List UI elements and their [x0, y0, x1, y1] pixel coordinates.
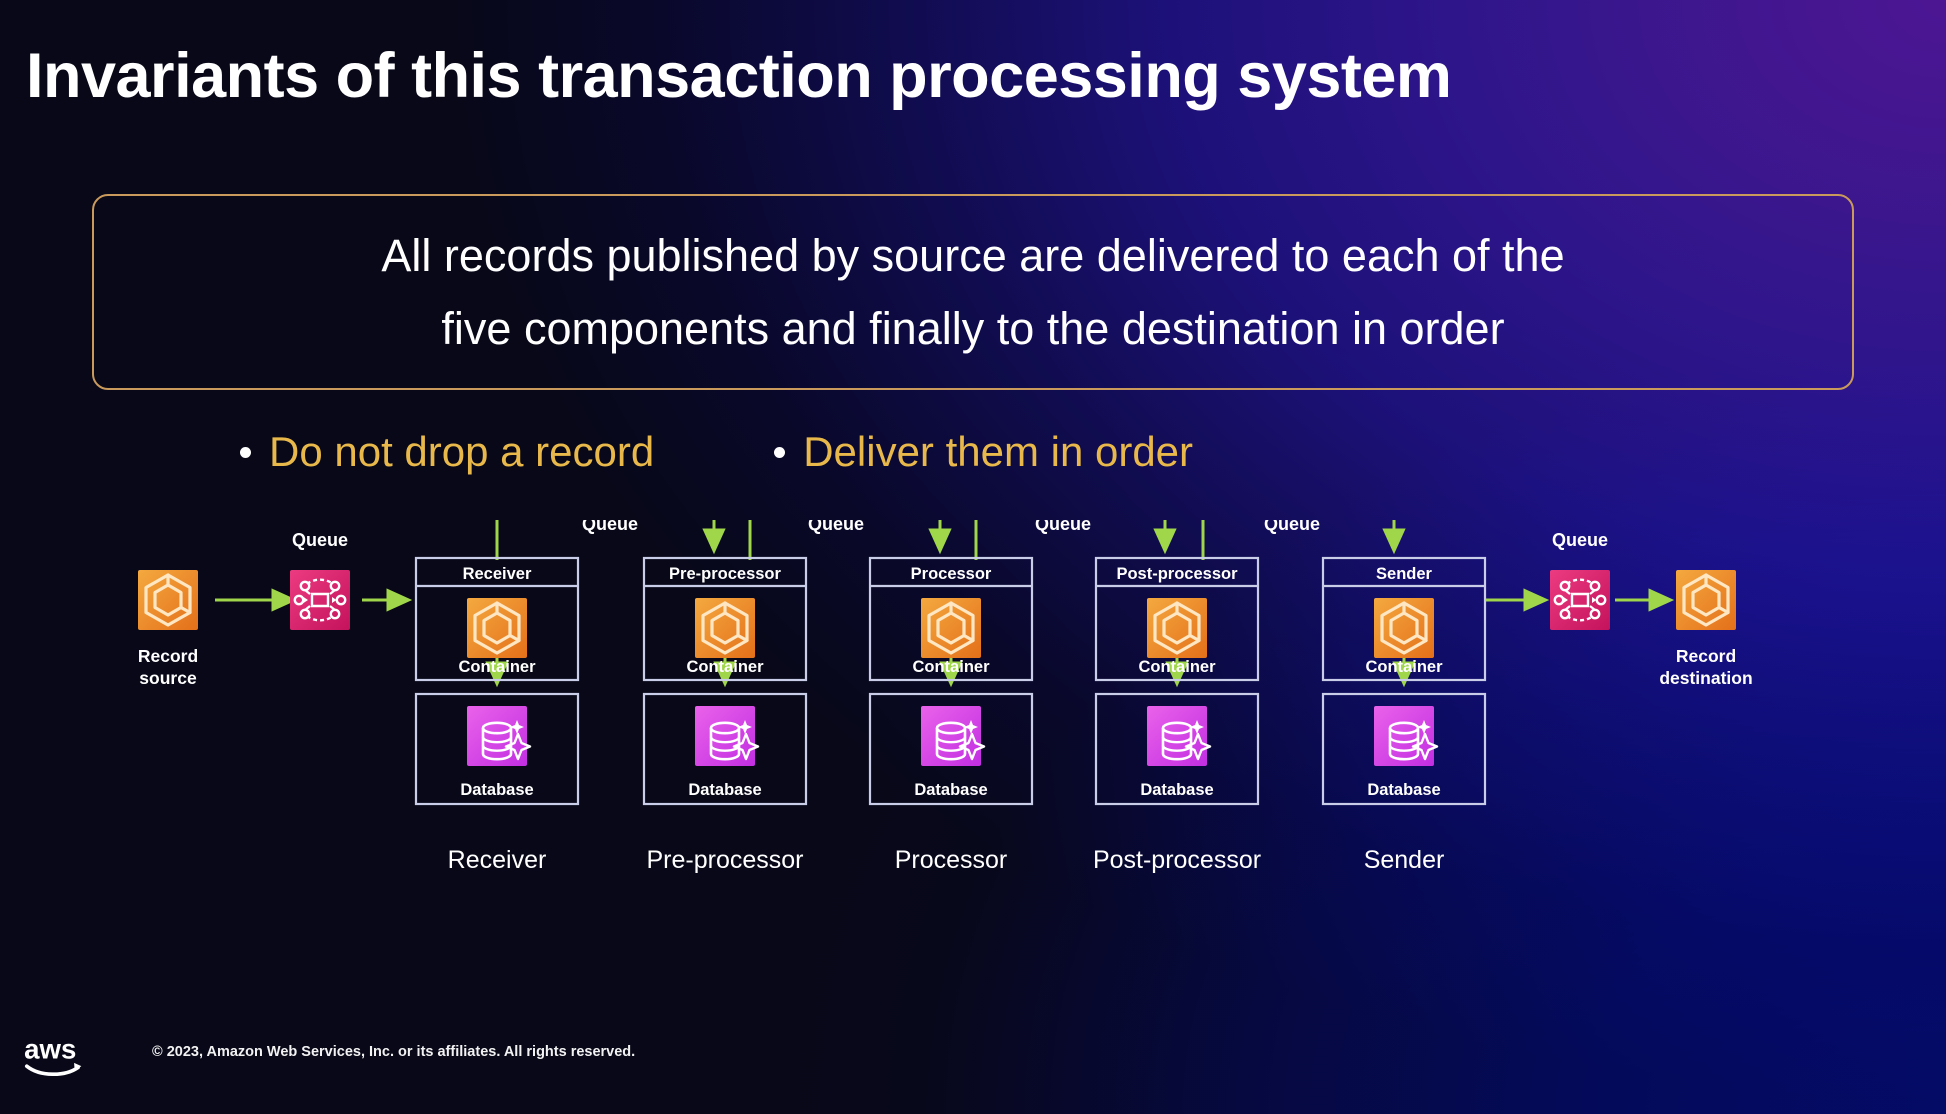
- container-label-processor: Container: [912, 658, 990, 676]
- component-processor: Processor Container Database Processor: [868, 556, 1034, 874]
- svg-text:aws: aws: [24, 1033, 76, 1064]
- bullet-dot-icon: [240, 446, 251, 458]
- database-label-processor: Database: [914, 781, 987, 799]
- inter-queue-label-3: Queue: [1264, 520, 1320, 534]
- component-header-pre-processor: Pre-processor: [669, 565, 781, 583]
- container-label-pre-processor: Container: [686, 658, 764, 676]
- aws-logo: aws: [24, 1033, 82, 1077]
- component-sender: Sender Container Database Sender: [1321, 556, 1487, 874]
- database-label-receiver: Database: [460, 781, 533, 799]
- component-caption-sender: Sender: [1364, 846, 1445, 874]
- container-label-receiver: Container: [458, 658, 536, 676]
- invariant-callout-box: All records published by source are deli…: [92, 194, 1854, 390]
- component-header-post-processor: Post-processor: [1116, 565, 1238, 583]
- inter-queue-label-2: Queue: [1035, 520, 1091, 534]
- database-label-pre-processor: Database: [688, 781, 761, 799]
- slide-footer: aws © 2023, Amazon Web Services, Inc. or…: [0, 1004, 1946, 1114]
- record-source-node: Record source: [138, 570, 198, 688]
- egress-queue-label: Queue: [1552, 530, 1608, 550]
- record-destination-label-2: destination: [1659, 668, 1752, 688]
- record-destination-label-1: Record: [1676, 646, 1736, 666]
- database-label-sender: Database: [1367, 781, 1440, 799]
- callout-line-1: All records published by source are deli…: [381, 229, 1565, 281]
- component-caption-processor: Processor: [895, 846, 1008, 874]
- database-label-post-processor: Database: [1140, 781, 1213, 799]
- component-caption-receiver: Receiver: [448, 846, 547, 874]
- slide-root: Invariants of this transaction processin…: [0, 0, 1946, 1114]
- architecture-diagram: Record source Queue Queue Queue Queue Qu…: [0, 520, 1946, 1030]
- ingress-queue-node: Queue: [290, 530, 350, 630]
- queue-mesh-icon: [1550, 570, 1610, 630]
- inter-queue-1: Queue: [808, 520, 864, 534]
- inter-queue-2: Queue: [1035, 520, 1091, 534]
- queue-mesh-icon: [290, 570, 350, 630]
- component-caption-post-processor: Post-processor: [1093, 846, 1261, 874]
- component-receiver: Receiver Container Database Receiver: [414, 556, 580, 874]
- callout-line-2: five components and finally to the desti…: [441, 303, 1505, 354]
- ingress-queue-label: Queue: [292, 530, 348, 550]
- container-label-post-processor: Container: [1138, 658, 1216, 676]
- record-source-label-1: Record: [138, 646, 198, 666]
- component-caption-pre-processor: Pre-processor: [647, 846, 804, 874]
- container-label-sender: Container: [1365, 658, 1443, 676]
- record-source-label-2: source: [139, 668, 197, 688]
- bullet-label-1: Deliver them in order: [803, 428, 1194, 475]
- egress-queue-node: Queue: [1550, 530, 1610, 630]
- bullet-item-1: Deliver them in order: [774, 428, 1193, 476]
- bullet-item-0: Do not drop a record: [240, 428, 654, 476]
- inter-queue-label-1: Queue: [808, 520, 864, 534]
- bullet-dot-icon: [774, 446, 786, 458]
- component-header-sender: Sender: [1376, 565, 1433, 583]
- inter-queue-3: Queue: [1264, 520, 1320, 534]
- component-pre-processor: Pre-processor Container Database Pre-pro…: [642, 556, 808, 874]
- invariant-bullet-list: Do not drop a record Deliver them in ord…: [240, 428, 1640, 476]
- inter-queue-0: Queue: [582, 520, 638, 534]
- component-header-processor: Processor: [911, 565, 992, 583]
- inter-queue-label-0: Queue: [582, 520, 638, 534]
- component-header-receiver: Receiver: [463, 565, 532, 583]
- bullet-label-0: Do not drop a record: [269, 428, 655, 475]
- copyright-text: © 2023, Amazon Web Services, Inc. or its…: [152, 1044, 636, 1060]
- page-title: Invariants of this transaction processin…: [26, 41, 1452, 111]
- component-post-processor: Post-processor Container Database Post-p…: [1093, 556, 1261, 874]
- record-destination-node: Record destination: [1659, 570, 1753, 688]
